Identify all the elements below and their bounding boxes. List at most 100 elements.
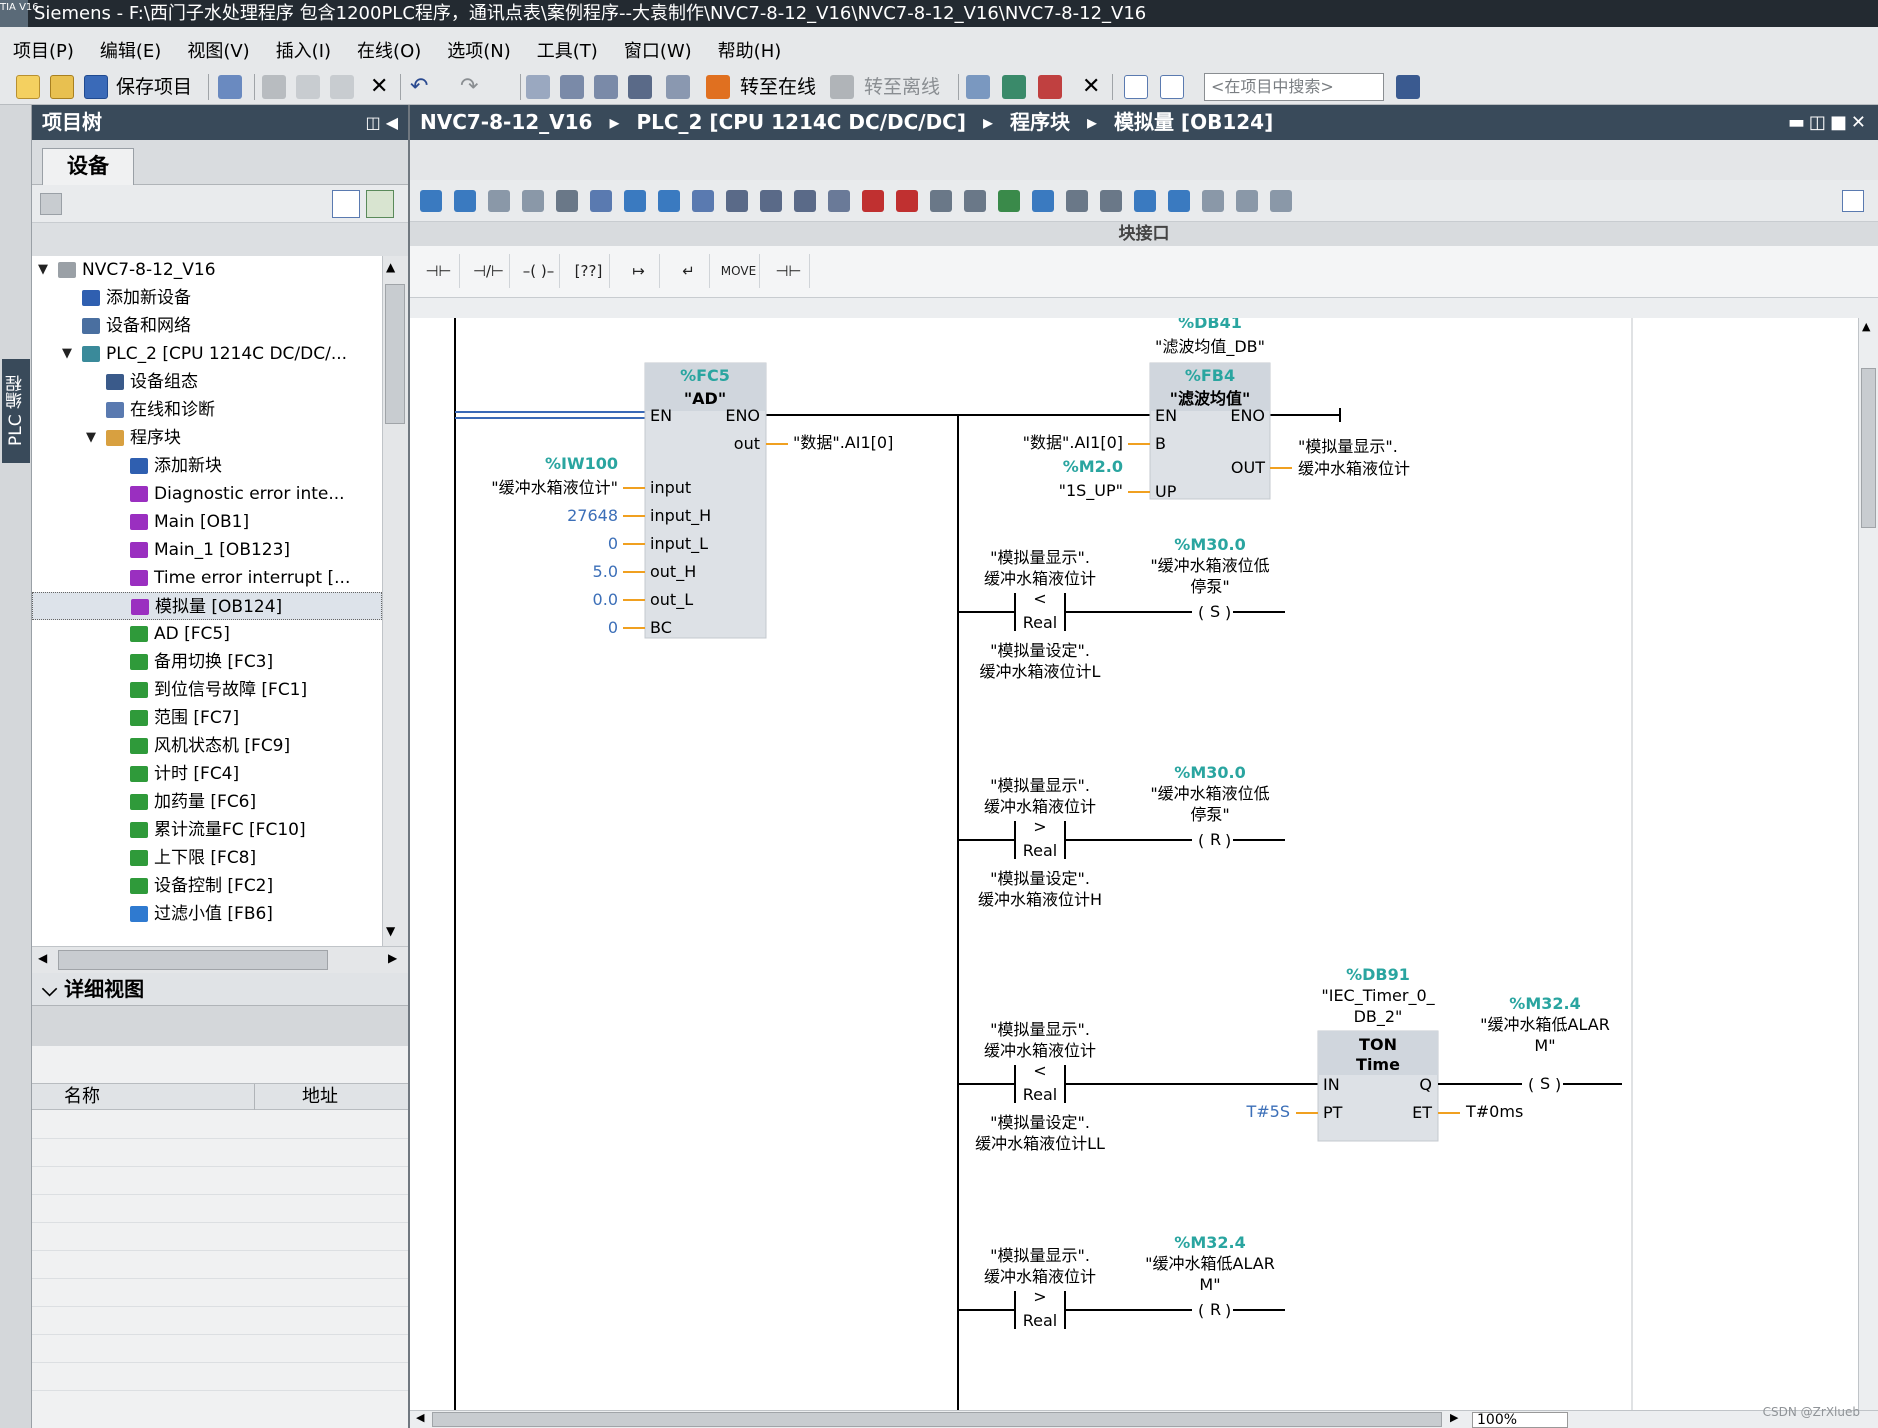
add-row-icon[interactable] [522,190,544,212]
symbolic-address-icon[interactable] [760,190,782,212]
split-vertical-icon[interactable] [1160,75,1184,99]
assignment-icon[interactable] [1236,190,1258,212]
expand-all-icon[interactable] [590,190,612,212]
tree-item[interactable]: AD [FC5] [32,620,382,648]
editor-horizontal-scrollbar[interactable]: ◀ ▶ 100% [410,1410,1878,1428]
list-view-icon[interactable] [332,190,360,218]
stop-cpu-icon[interactable] [1038,75,1062,99]
go-online-icon[interactable] [706,75,730,99]
tree-item[interactable]: 在线和诊断 [32,396,382,424]
monitor-icon[interactable] [930,190,952,212]
tree-item[interactable]: 到位信号故障 [FC1] [32,676,382,704]
expand-arrow-icon[interactable]: ▼ [38,256,48,284]
editor-hscroll-thumb[interactable] [432,1412,1442,1427]
tree-item[interactable]: Main_1 [OB123] [32,536,382,564]
window-controls[interactable]: ▬◫■✕ [1788,105,1870,140]
tree-item[interactable]: 设备组态 [32,368,382,396]
scroll-down-icon[interactable]: ▼ [386,924,395,938]
breadcrumb-program-blocks[interactable]: 程序块 [1010,110,1070,134]
tree-item[interactable]: 备用切换 [FC3] [32,648,382,676]
toggle-comments-icon[interactable] [658,190,680,212]
redo-icon[interactable]: ↷ [460,75,478,99]
delete-icon[interactable]: ✕ [370,75,388,99]
tree-item[interactable]: 模拟量 [OB124] [32,592,382,620]
tree-item[interactable]: ▼ PLC_2 [CPU 1214C DC/DC/... [32,340,382,368]
tab-devices[interactable]: 设备 [42,148,134,185]
accessible-devices-icon[interactable] [666,75,690,99]
close-editor-icon[interactable]: ✕ [1082,75,1100,99]
tree-scroll-thumb[interactable] [385,284,405,424]
call-structure-icon[interactable] [1202,190,1224,212]
download-icon[interactable] [560,75,584,99]
save-project-button[interactable]: 保存项目 [116,75,192,99]
editor-scroll-thumb[interactable] [1861,368,1876,528]
menu-online[interactable]: 在线(O) [344,27,434,63]
menu-project[interactable]: 项目(P) [0,27,87,63]
reference-icon[interactable] [1134,190,1156,212]
tree-item[interactable]: 风机状态机 [FC9] [32,732,382,760]
menu-view[interactable]: 视图(V) [174,27,262,63]
memory-icon[interactable] [1270,190,1292,212]
compile-icon[interactable] [526,75,550,99]
comment-icon[interactable] [692,190,714,212]
close-branch-button[interactable]: ↵ [668,254,710,288]
tree-item[interactable]: 添加新块 [32,452,382,480]
expand-arrow-icon[interactable]: ▼ [62,340,72,368]
save-icon[interactable] [84,75,108,99]
editor-vertical-scrollbar[interactable]: ▲ [1858,318,1878,1410]
tree-item[interactable]: 加药量 [FC6] [32,788,382,816]
reference-next-icon[interactable] [1168,190,1190,212]
nc-contact-button[interactable]: ⊣/⊢ [468,254,510,288]
diagnostics-toolbar-icon[interactable] [966,75,990,99]
open-branch-button[interactable]: ↦ [618,254,660,288]
tree-vertical-scrollbar[interactable]: ▲ ▼ [382,256,408,946]
favorites-icon[interactable] [556,190,578,212]
compare-button[interactable]: ⊣⊢ [768,254,810,288]
copy-icon[interactable] [296,75,320,99]
empty-box-button[interactable]: [??] [568,254,610,288]
zoom-select[interactable]: 100% [1472,1412,1568,1428]
cross-reference-icon[interactable] [1002,75,1026,99]
delete-network-icon[interactable] [454,190,476,212]
scroll-up-icon[interactable]: ▲ [386,260,395,274]
tree-item[interactable]: 范围 [FC7] [32,704,382,732]
refresh-tree-icon[interactable] [366,190,394,218]
column-name[interactable]: 名称 [64,1084,100,1110]
tree-item[interactable]: 上下限 [FC8] [32,844,382,872]
go-to-icon[interactable] [1032,190,1054,212]
monitor-all-icon[interactable] [964,190,986,212]
scroll-left-icon[interactable]: ◀ [416,1411,424,1424]
tree-hscroll-thumb[interactable] [58,950,328,970]
block-interface-bar[interactable]: 块接口 [410,222,1878,246]
start-simulation-icon[interactable] [628,75,652,99]
no-contact-button[interactable]: ⊣⊢ [418,254,460,288]
absolute-address-icon[interactable] [726,190,748,212]
plc-programming-tab[interactable]: PLC 编程 [2,359,30,463]
breadcrumb-project[interactable]: NVC7-8-12_V16 [420,110,592,134]
layout-toggle-icon[interactable] [1842,190,1864,212]
scroll-right-icon[interactable]: ▶ [388,951,397,965]
chevron-down-icon[interactable]: ⌵ [42,977,64,1001]
error-first-icon[interactable] [862,190,884,212]
tree-item[interactable]: 设备和网络 [32,312,382,340]
collapse-panel-icon[interactable]: ◫ ◀ [365,105,398,140]
coil-button[interactable]: –( )– [518,254,560,288]
menu-help[interactable]: 帮助(H) [705,27,795,63]
menu-window[interactable]: 窗口(W) [611,27,705,63]
scroll-up-icon[interactable]: ▲ [1862,320,1870,333]
scroll-right-icon[interactable]: ▶ [1450,1411,1458,1424]
go-online-button[interactable]: 转至在线 [740,75,816,99]
collapse-all-icon[interactable] [624,190,646,212]
display-mode-icon[interactable] [828,190,850,212]
tree-item[interactable]: Diagnostic error inte... [32,480,382,508]
tree-item[interactable]: Time error interrupt [... [32,564,382,592]
compile-block-icon[interactable] [998,190,1020,212]
tree-item[interactable]: 计时 [FC4] [32,760,382,788]
tree-item[interactable]: ▼ NVC7-8-12_V16 [32,256,382,284]
tree-item[interactable]: ▼ 程序块 [32,424,382,452]
menu-tools[interactable]: 工具(T) [524,27,611,63]
menu-insert[interactable]: 插入(I) [263,27,344,63]
breadcrumb-block[interactable]: 模拟量 [OB124] [1114,110,1273,134]
column-address[interactable]: 地址 [302,1084,338,1110]
insert-network-icon[interactable] [420,190,442,212]
